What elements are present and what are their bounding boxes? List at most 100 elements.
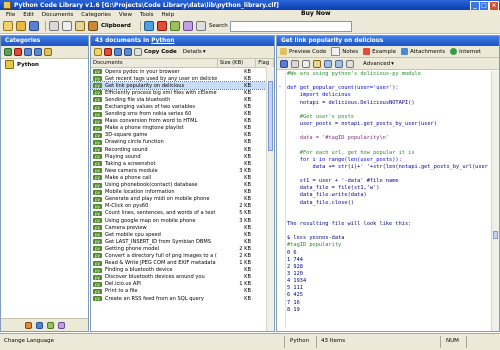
table-row[interactable]: py Using phonebook(contact) database KB bbox=[91, 182, 274, 189]
table-row[interactable]: py Count lines, sentences, and words of a… bbox=[91, 210, 274, 217]
print-icon[interactable] bbox=[182, 21, 193, 31]
sync-icon[interactable] bbox=[46, 321, 54, 329]
scrollbar-thumb[interactable] bbox=[268, 81, 273, 151]
web-icon[interactable] bbox=[143, 21, 154, 31]
column-documents[interactable]: Documents bbox=[91, 59, 218, 67]
table-row[interactable]: py Get LAST_INSERT_ID from Symbian DBMS KB bbox=[91, 238, 274, 245]
menu-view[interactable]: View bbox=[119, 12, 132, 18]
open-folder-icon[interactable] bbox=[16, 21, 26, 31]
settings-icon[interactable] bbox=[35, 321, 43, 329]
table-row[interactable]: py Efficiently process big xml files with… bbox=[91, 89, 274, 96]
table-row[interactable]: py Get recent tags used by any user on de… bbox=[91, 75, 274, 82]
info-icon[interactable] bbox=[57, 321, 65, 329]
down-icon[interactable] bbox=[124, 48, 132, 56]
table-row[interactable]: py Get link popularity on delicious KB bbox=[90, 81, 275, 91]
cut-icon[interactable] bbox=[49, 21, 59, 31]
details-dropdown-icon[interactable]: ▾ bbox=[203, 49, 206, 55]
copy-icon[interactable] bbox=[62, 21, 72, 31]
table-row[interactable]: py Finding a bluetooth device KB bbox=[91, 267, 274, 274]
menu-tools[interactable]: Tools bbox=[140, 12, 154, 18]
editor-scrollbar[interactable] bbox=[491, 71, 499, 331]
python-file-icon: py bbox=[93, 189, 102, 195]
table-row[interactable]: py Convert a directory full of png images… bbox=[91, 252, 274, 259]
advanced-dropdown-icon[interactable]: ▾ bbox=[391, 61, 394, 67]
column-size[interactable]: Size (KB) bbox=[218, 59, 257, 67]
tab-attachments[interactable]: Attachments bbox=[401, 48, 445, 55]
table-row[interactable]: py New camera module 3 KB bbox=[91, 167, 274, 174]
table-row[interactable]: py Using google map on mobile phone 3 KB bbox=[91, 217, 274, 224]
menu-categories[interactable]: Categories bbox=[81, 12, 111, 18]
table-row[interactable]: py Del.icio.us API 1 KB bbox=[91, 281, 274, 288]
change-language-status[interactable]: Change Language bbox=[4, 338, 54, 344]
table-row[interactable]: py Read & Write JPEG COM and EXIF metadat… bbox=[91, 260, 274, 267]
add-category-icon[interactable] bbox=[4, 48, 12, 56]
search-input[interactable] bbox=[229, 20, 352, 32]
cut-text-icon[interactable] bbox=[291, 59, 299, 68]
buy-now-link[interactable]: Buy Now bbox=[301, 10, 331, 17]
table-row[interactable]: py Sending sms from nokia series 60 KB bbox=[91, 111, 274, 118]
advanced-button[interactable]: Advanced bbox=[363, 61, 390, 67]
undo-icon[interactable] bbox=[324, 59, 332, 68]
paste-text-icon[interactable] bbox=[313, 59, 321, 68]
documents-list-header: Documents Size (KB) Flag bbox=[91, 59, 274, 68]
table-row[interactable]: py Exchanging values of two variables KB bbox=[91, 103, 274, 110]
table-row[interactable]: py M-Click on pys60 2 KB bbox=[91, 203, 274, 210]
find-icon[interactable] bbox=[346, 59, 354, 68]
category-python[interactable]: Python bbox=[1, 59, 88, 70]
tab-notes[interactable]: Notes bbox=[331, 47, 358, 56]
table-row[interactable]: py Getting phone model 2 KB bbox=[91, 245, 274, 252]
move-up-icon[interactable] bbox=[24, 48, 32, 56]
clipboard-button[interactable]: Clipboard bbox=[101, 23, 131, 29]
export-icon[interactable] bbox=[169, 21, 180, 31]
details-button[interactable]: Details bbox=[183, 49, 202, 55]
tab-internet[interactable]: Internet bbox=[450, 48, 481, 55]
table-row[interactable]: py Print to a file KB bbox=[91, 288, 274, 295]
table-row[interactable]: py Get mobile cpu speed KB bbox=[91, 231, 274, 238]
table-row[interactable]: py Discover bluetooth devices around you K… bbox=[91, 274, 274, 281]
clipboard-icon[interactable] bbox=[88, 21, 98, 31]
delete-icon[interactable] bbox=[156, 21, 167, 31]
new-doc-icon[interactable] bbox=[94, 48, 102, 56]
table-row[interactable]: py Sending file via bluetooth KB bbox=[91, 96, 274, 103]
table-row[interactable]: py Mobile location information KB bbox=[91, 189, 274, 196]
table-row[interactable]: py Opens pydoc in your browser KB bbox=[91, 68, 274, 75]
copy-code-icon[interactable] bbox=[134, 48, 142, 56]
search-icon[interactable] bbox=[195, 21, 206, 31]
remove-category-icon[interactable] bbox=[14, 48, 22, 56]
new-document-icon[interactable] bbox=[3, 21, 13, 31]
document-name: Make a phone call bbox=[105, 174, 152, 181]
table-row[interactable]: py Make a phone ringtone playlist KB bbox=[91, 125, 274, 132]
table-row[interactable]: py Playing sound KB bbox=[91, 153, 274, 160]
delete-doc-icon[interactable] bbox=[104, 48, 112, 56]
tab-preview-code[interactable]: Preview Code bbox=[280, 48, 326, 55]
copy-code-button[interactable]: Copy Code bbox=[144, 49, 177, 55]
save-icon[interactable] bbox=[29, 21, 39, 31]
documents-scrollbar[interactable] bbox=[266, 67, 274, 331]
move-down-icon[interactable] bbox=[34, 48, 42, 56]
table-row[interactable]: py 3D-square game KB bbox=[91, 132, 274, 139]
up-icon[interactable] bbox=[114, 48, 122, 56]
menu-documents[interactable]: Documents bbox=[42, 12, 73, 18]
category-properties-icon[interactable] bbox=[44, 48, 52, 56]
table-row[interactable]: py Make a phone call KB bbox=[91, 174, 274, 181]
table-row[interactable]: py Taking a screenshot KB bbox=[91, 160, 274, 167]
menu-edit[interactable]: Edit bbox=[23, 12, 34, 18]
redo-icon[interactable] bbox=[335, 59, 343, 68]
paste-icon[interactable] bbox=[75, 21, 85, 31]
table-row[interactable]: py Camera preview KB bbox=[91, 224, 274, 231]
scrollbar-thumb[interactable] bbox=[493, 231, 498, 239]
menu-help[interactable]: Help bbox=[162, 12, 175, 18]
fold-marker-icon[interactable]: - bbox=[279, 84, 281, 90]
language-icon[interactable] bbox=[24, 321, 32, 329]
table-row[interactable]: py Generate and play midi on mobile phone… bbox=[91, 196, 274, 203]
table-row[interactable]: py Recording sound KB bbox=[91, 146, 274, 153]
copy-text-icon[interactable] bbox=[302, 59, 310, 68]
menu-file[interactable]: File bbox=[6, 12, 15, 18]
code-editor[interactable]: #We are using python's delicious-py modu… bbox=[287, 71, 491, 327]
tab-example[interactable]: Example bbox=[363, 48, 396, 55]
table-row[interactable]: py Create an RSS feed from an SQL query KB bbox=[91, 295, 274, 302]
table-row[interactable]: py Drawing circle function KB bbox=[91, 139, 274, 146]
column-flag[interactable]: Flag bbox=[256, 59, 274, 67]
save-doc-icon[interactable] bbox=[280, 59, 288, 68]
table-row[interactable]: py Mass conversion from word to HTML KB bbox=[91, 118, 274, 125]
